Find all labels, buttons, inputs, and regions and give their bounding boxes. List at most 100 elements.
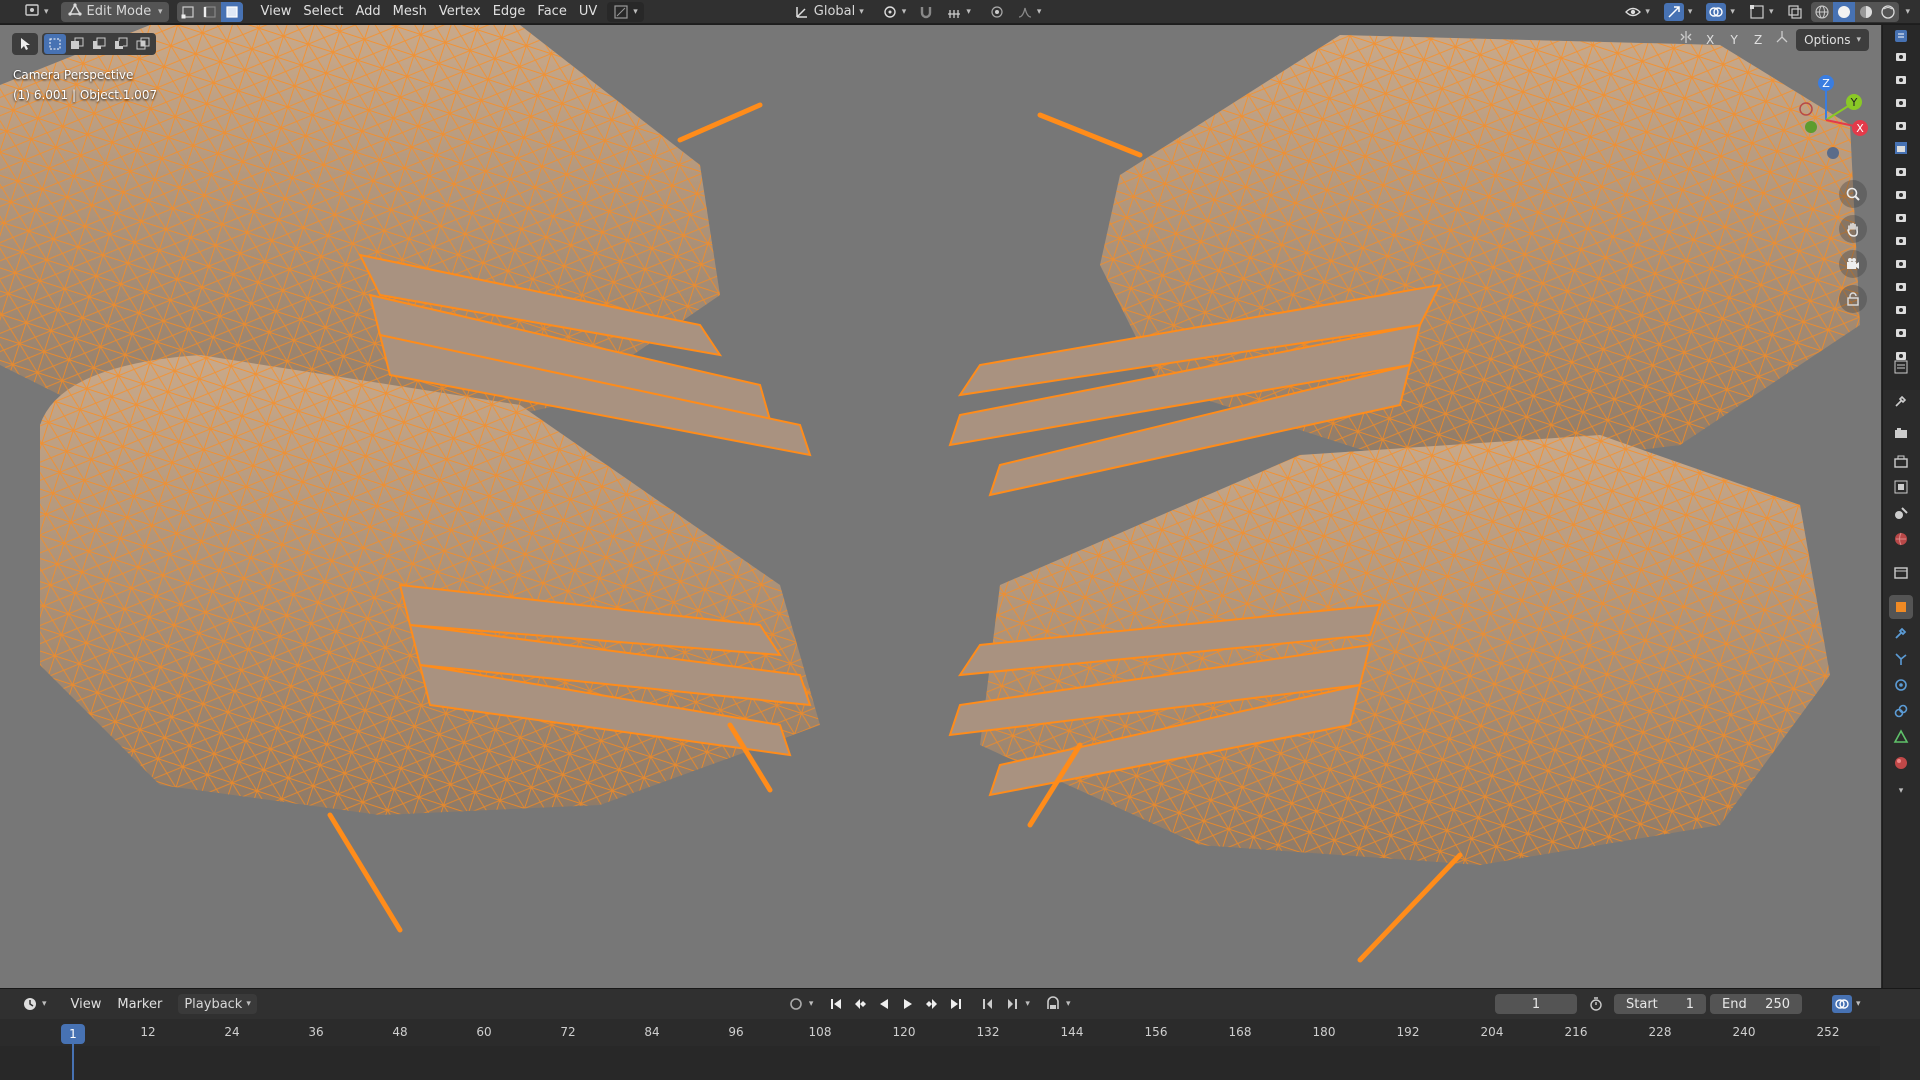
mirror-y-toggle[interactable]: Y [1724,29,1744,51]
menu-select[interactable]: Select [297,2,349,22]
camera-restrict-icon[interactable] [1892,93,1910,111]
constraints-tab-icon[interactable] [1889,699,1913,723]
options-dropdown[interactable]: Options ▾ [1796,29,1869,51]
face-select-button[interactable] [220,1,243,22]
snap-toggle[interactable] [912,2,940,22]
playback-dropdown[interactable]: Playback ▾ [178,994,257,1014]
tabs-scroll-chevron-icon[interactable]: ▾ [1889,779,1913,803]
navigation-gizmo[interactable]: Z Y X [1771,65,1881,175]
pan-button[interactable] [1839,215,1867,243]
play-reverse-button[interactable] [873,994,895,1014]
timeline-menu-marker[interactable]: Marker [109,997,170,1012]
camera-restrict-icon[interactable] [1892,139,1910,157]
jump-to-keyframe-forward-button[interactable] [921,994,943,1014]
snap-target-dropdown[interactable]: ▾ [940,2,977,22]
scene-tab-icon[interactable] [1889,501,1913,525]
camera-restrict-icon[interactable] [1892,208,1910,226]
camera-view-button[interactable] [1839,250,1867,278]
orientation-dropdown[interactable]: Global ▾ [788,2,870,22]
collection-tab-icon[interactable] [1889,561,1913,585]
menu-face[interactable]: Face [531,2,572,22]
falloff-dropdown[interactable]: ▾ [1011,2,1048,22]
rendered-shading-button[interactable] [1877,2,1899,22]
properties-editor-type-icon[interactable] [1889,355,1913,379]
visibility-dropdown[interactable]: ▾ [1619,2,1656,22]
auto-merge-icon[interactable] [1772,29,1792,51]
timeline-editor-type-button[interactable]: ▾ [16,994,53,1014]
frame-ruler[interactable]: 12 24 36 48 60 72 84 96 108 120 132 144 … [0,1020,1880,1046]
timeline-track-area[interactable] [0,1046,1880,1080]
camera-restrict-icon[interactable] [1892,254,1910,272]
camera-restrict-icon[interactable] [1892,300,1910,318]
select-difference-button[interactable] [110,34,132,54]
material-shading-button[interactable] [1855,2,1877,22]
select-extend-button[interactable] [66,34,88,54]
menu-vertex[interactable]: Vertex [433,2,487,22]
jump-to-end-button[interactable] [945,994,967,1014]
gizmo-toggle[interactable]: ▾ [1658,2,1699,22]
particles-tab-icon[interactable] [1889,647,1913,671]
tweak-tool-button[interactable] [12,33,38,55]
mesh-edit-overlays-dropdown[interactable]: ▾ [1743,2,1780,22]
auto-keying-button[interactable] [785,994,807,1014]
shading-options-chevron[interactable]: ▾ [1901,7,1914,17]
solid-shading-button[interactable] [1833,1,1856,22]
keying-set-button[interactable] [1042,994,1064,1014]
playhead-handle[interactable]: 1 [61,1024,85,1044]
menu-mesh[interactable]: Mesh [387,2,433,22]
start-frame-field[interactable]: Start 1 [1614,994,1706,1014]
editor-type-button[interactable]: ▾ [18,2,55,22]
view-layer-tab-icon[interactable] [1889,475,1913,499]
data-tab-icon[interactable] [1889,725,1913,749]
3d-viewport[interactable]: Camera Perspective (1) 6.001 | Object.1.… [0,25,1882,988]
camera-restrict-icon[interactable] [1892,116,1910,134]
wireframe-shading-button[interactable] [1811,2,1833,22]
timeline-menu-view[interactable]: View [63,997,110,1012]
overlays-toggle[interactable]: ▾ [1700,2,1741,22]
menu-uv[interactable]: UV [573,2,603,22]
menu-add[interactable]: Add [350,2,387,22]
mirror-x-toggle[interactable]: X [1700,29,1720,51]
menu-view[interactable]: View [255,2,298,22]
mode-dropdown[interactable]: Edit Mode ▾ [60,1,169,22]
select-intersect-button[interactable] [132,34,154,54]
preview-range-toggle[interactable] [1585,994,1607,1014]
edge-select-button[interactable] [199,2,221,22]
zoom-button[interactable] [1839,180,1867,208]
select-subtract-button[interactable] [88,34,110,54]
camera-restrict-icon[interactable] [1892,47,1910,65]
world-tab-icon[interactable] [1889,527,1913,551]
current-frame-field[interactable]: 1 [1495,994,1577,1014]
modifier-tab-icon[interactable] [1889,621,1913,645]
camera-restrict-icon[interactable] [1892,231,1910,249]
timeline-view-options[interactable]: ▾ [1826,994,1867,1014]
proportional-edit-toggle[interactable] [983,2,1011,22]
play-button[interactable] [897,994,919,1014]
keying-options-chevron[interactable]: ▾ [809,999,814,1009]
vertex-select-button[interactable] [177,2,199,22]
xray-toggle[interactable] [1781,2,1809,22]
keyframe-options-chevron[interactable]: ▾ [1025,999,1030,1009]
camera-restrict-icon[interactable] [1892,323,1910,341]
material-tab-icon[interactable] [1889,751,1913,775]
menu-edge[interactable]: Edge [487,2,532,22]
camera-restrict-icon[interactable] [1892,185,1910,203]
outliner-type-icon[interactable] [1892,27,1910,45]
object-tab-icon[interactable] [1889,595,1913,619]
pivot-dropdown[interactable]: ▾ [876,2,913,22]
render-tab-icon[interactable] [1889,421,1913,445]
end-frame-field[interactable]: End 250 [1710,994,1802,1014]
camera-restrict-icon[interactable] [1892,162,1910,180]
select-new-button[interactable] [44,34,66,54]
physics-tab-icon[interactable] [1889,673,1913,697]
uv-sync-dropdown[interactable]: ▾ [607,1,644,22]
jump-to-start-button[interactable] [825,994,847,1014]
next-keyframe-jump-button[interactable] [1001,994,1023,1014]
output-tab-icon[interactable] [1889,449,1913,473]
jump-to-keyframe-back-button[interactable] [849,994,871,1014]
lock-camera-button[interactable] [1839,285,1867,313]
keying-set-chevron[interactable]: ▾ [1066,999,1071,1009]
camera-restrict-icon[interactable] [1892,277,1910,295]
mirror-z-toggle[interactable]: Z [1748,29,1768,51]
tool-tab-icon[interactable] [1889,389,1913,413]
